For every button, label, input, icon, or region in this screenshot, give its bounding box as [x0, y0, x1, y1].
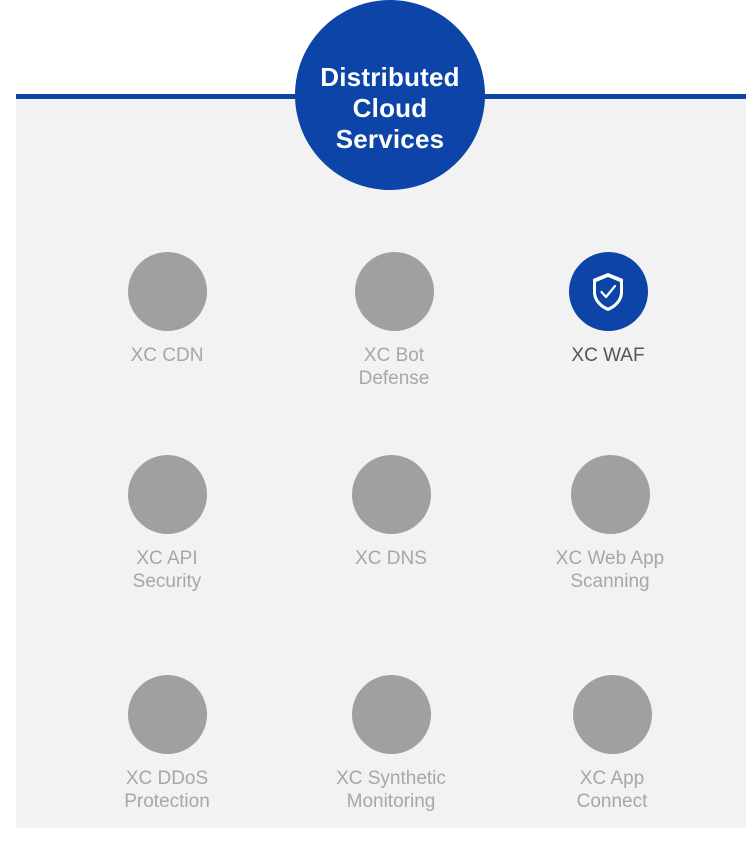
service-xc-synthetic-monitoring[interactable]: XC Synthetic Monitoring	[291, 675, 491, 813]
service-icon-placeholder	[127, 455, 207, 534]
service-xc-dns[interactable]: XC DNS	[291, 455, 491, 570]
service-label: XC WAF	[571, 345, 645, 366]
service-xc-api-security[interactable]: XC API Security	[67, 455, 267, 593]
hub-title-line-3: Services	[335, 123, 445, 154]
service-icon-placeholder	[351, 675, 431, 754]
shield-check-icon	[593, 272, 623, 311]
service-icon-placeholder	[572, 675, 652, 754]
hub-title-line-1: Distributed	[320, 61, 460, 92]
page: Distributed Cloud Services XC CDN XC Bot…	[0, 0, 746, 857]
service-xc-cdn[interactable]: XC CDN	[67, 252, 267, 367]
hub-title-line-2: Cloud	[352, 92, 428, 123]
service-label: XC DNS	[355, 548, 427, 569]
service-icon-active	[568, 252, 648, 331]
service-xc-bot-defense[interactable]: XC Bot Defense	[294, 252, 494, 390]
service-label: XC CDN	[130, 345, 204, 366]
service-xc-waf[interactable]: XC WAF	[508, 252, 708, 367]
service-label: XC Web App Scanning	[555, 548, 665, 592]
service-icon-placeholder	[570, 455, 650, 534]
service-icon-placeholder	[127, 252, 207, 331]
service-label: XC DDoS Protection	[124, 768, 210, 812]
service-label: XC Synthetic Monitoring	[336, 768, 446, 812]
service-icon-placeholder	[127, 675, 207, 754]
service-icon-placeholder	[351, 455, 431, 534]
service-label: XC App Connect	[576, 768, 648, 812]
service-xc-app-connect[interactable]: XC App Connect	[512, 675, 712, 813]
distributed-cloud-services-hub: Distributed Cloud Services	[295, 0, 485, 190]
service-label: XC API Security	[132, 548, 202, 592]
service-label: XC Bot Defense	[358, 345, 430, 389]
service-xc-ddos-protection[interactable]: XC DDoS Protection	[67, 675, 267, 813]
service-xc-web-app-scanning[interactable]: XC Web App Scanning	[510, 455, 710, 593]
service-icon-placeholder	[354, 252, 434, 331]
